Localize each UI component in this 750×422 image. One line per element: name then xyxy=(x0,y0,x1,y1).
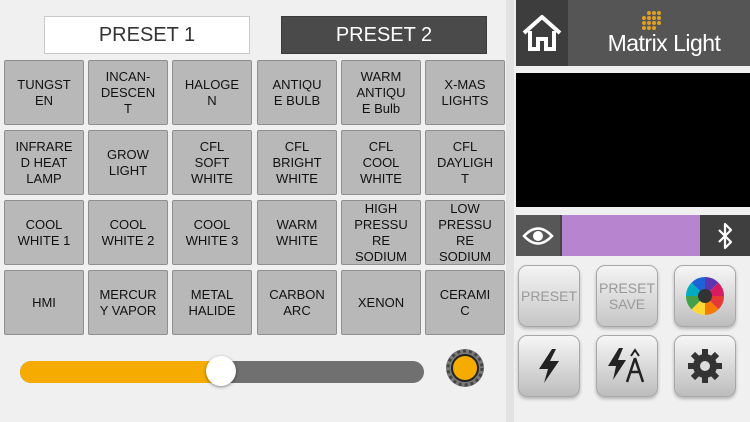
preset-cell[interactable]: X-MAS LIGHTS xyxy=(425,60,505,125)
preset-cell[interactable]: HIGH PRESSU RE SODIUM xyxy=(341,200,421,265)
preset-cell[interactable]: TUNGST EN xyxy=(4,60,84,125)
bluetooth-button[interactable] xyxy=(700,215,750,256)
gear-icon xyxy=(688,349,722,383)
eye-button[interactable] xyxy=(516,215,560,256)
preset-cell[interactable]: COOL WHITE 1 xyxy=(4,200,84,265)
preset-cell[interactable]: LOW PRESSU RE SODIUM xyxy=(425,200,505,265)
color-swatch[interactable] xyxy=(562,215,700,256)
brightness-slider-handle[interactable] xyxy=(206,356,236,386)
preset-cell[interactable]: WARM ANTIQU E Bulb xyxy=(341,60,421,125)
preset-button[interactable]: PRESET xyxy=(518,265,580,327)
flash-tools-button[interactable] xyxy=(596,335,658,397)
preset-cell[interactable]: CFL COOL WHITE xyxy=(341,130,421,195)
preset-cell[interactable]: INFRARE D HEAT LAMP xyxy=(4,130,84,195)
home-button[interactable] xyxy=(516,0,568,66)
preset-cell[interactable]: COOL WHITE 2 xyxy=(88,200,168,265)
panel-divider xyxy=(506,0,514,422)
preset-cell[interactable]: HALOGE N xyxy=(172,60,252,125)
preset-cell[interactable]: XENON xyxy=(341,270,421,335)
preset-cell[interactable]: CARBON ARC xyxy=(257,270,337,335)
brand-name: Matrix Light xyxy=(607,29,721,56)
preset-cell[interactable]: ANTIQU E BULB xyxy=(257,60,337,125)
tab-preset-1[interactable]: PRESET 1 xyxy=(44,16,250,54)
brightness-slider-fill xyxy=(20,361,222,383)
flash-tools-icon xyxy=(608,348,645,383)
settings-button[interactable] xyxy=(674,335,736,397)
home-icon xyxy=(522,15,562,51)
preset-cell[interactable]: INCAN- DESCEN T xyxy=(88,60,168,125)
dimmer-knob-icon[interactable] xyxy=(445,348,485,388)
preset-cell[interactable]: HMI xyxy=(4,270,84,335)
flash-icon xyxy=(539,349,559,383)
bluetooth-icon xyxy=(718,222,733,249)
preset-cell[interactable]: WARM WHITE xyxy=(257,200,337,265)
tab-preset-2[interactable]: PRESET 2 xyxy=(281,16,487,54)
preset-cell[interactable]: CERAMI C xyxy=(425,270,505,335)
matrix-logo-icon xyxy=(642,11,661,30)
color-wheel-button[interactable] xyxy=(674,265,736,327)
preset-cell[interactable]: MERCUR Y VAPOR xyxy=(88,270,168,335)
eye-icon xyxy=(522,226,554,245)
preset-cell[interactable]: METAL HALIDE xyxy=(172,270,252,335)
preset-cell[interactable]: CFL DAYLIGH T xyxy=(425,130,505,195)
preset-cell[interactable]: GROW LIGHT xyxy=(88,130,168,195)
brand-logo: Matrix Light xyxy=(568,0,750,66)
preset-cell[interactable]: COOL WHITE 3 xyxy=(172,200,252,265)
preset-cell[interactable]: CFL BRIGHT WHITE xyxy=(257,130,337,195)
preview-screen xyxy=(516,73,750,207)
color-wheel-icon xyxy=(686,277,724,315)
flash-button[interactable] xyxy=(518,335,580,397)
preset-cell[interactable]: CFL SOFT WHITE xyxy=(172,130,252,195)
preset-save-button[interactable]: PRESET SAVE xyxy=(596,265,658,327)
